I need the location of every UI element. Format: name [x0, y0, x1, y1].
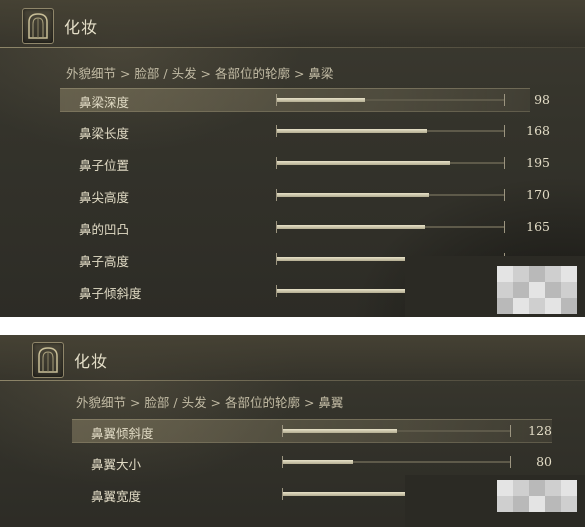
slider-track[interactable] [276, 94, 505, 106]
slider-track[interactable] [276, 221, 505, 233]
screen-title: 化妆 [64, 18, 99, 37]
slider-fill [276, 98, 366, 102]
slider-max-tick [510, 456, 511, 468]
slider-value: 98 [534, 92, 550, 107]
slider-value: 195 [526, 155, 550, 170]
slider-label: 鼻翼倾斜度 [91, 426, 154, 441]
slider-row-nose-wing-size[interactable]: 鼻翼大小 80 [72, 451, 552, 473]
slider-min-tick [276, 94, 277, 106]
slider-fill [276, 129, 428, 133]
slider-label: 鼻梁长度 [79, 126, 130, 141]
makeup-panel-nose-bridge: 化妆 外貌细节 > 脸部 / 头发 > 各部位的轮廓 > 鼻梁 鼻梁深度 98 … [0, 0, 585, 317]
slider-value: 168 [526, 123, 550, 138]
watermark-mosaic [497, 480, 577, 512]
slider-max-tick [504, 189, 505, 201]
slider-label: 鼻的凹凸 [79, 222, 130, 237]
slider-track[interactable] [276, 157, 505, 169]
screen-title: 化妆 [74, 352, 109, 371]
slider-fill [276, 257, 407, 261]
slider-value: 128 [528, 423, 552, 438]
slider-fill [276, 225, 425, 229]
slider-fill [282, 429, 397, 433]
slider-max-tick [504, 125, 505, 137]
slider-label: 鼻子位置 [79, 158, 130, 173]
slider-max-tick [504, 94, 505, 106]
slider-min-tick [276, 157, 277, 169]
slider-min-tick [276, 189, 277, 201]
slider-row-nose-bridge-depth[interactable]: 鼻梁深度 98 [60, 88, 550, 112]
slider-label: 鼻子高度 [79, 254, 130, 269]
slider-row-nose-tip-height[interactable]: 鼻尖高度 170 [60, 184, 550, 206]
slider-min-tick [276, 253, 277, 265]
slider-track[interactable] [276, 189, 505, 201]
slider-min-tick [282, 456, 283, 468]
slider-value: 80 [536, 454, 552, 469]
breadcrumb: 外貌细节 > 脸部 / 头发 > 各部位的轮廓 > 鼻梁 [66, 66, 334, 81]
makeup-panel-nose-wing: 化妆 外貌细节 > 脸部 / 头发 > 各部位的轮廓 > 鼻翼 鼻翼倾斜度 12… [0, 335, 585, 527]
slider-fill [276, 289, 407, 293]
slider-fill [276, 161, 451, 165]
slider-label: 鼻梁深度 [79, 95, 130, 110]
watermark-mosaic [497, 266, 577, 314]
slider-label: 鼻翼宽度 [91, 489, 142, 504]
header-divider [0, 380, 585, 381]
slider-max-tick [510, 425, 511, 437]
slider-fill [282, 492, 406, 496]
arched-doorway-icon [32, 342, 64, 378]
slider-min-tick [282, 488, 283, 500]
slider-fill [276, 193, 430, 197]
slider-row-nose-wing-tilt[interactable]: 鼻翼倾斜度 128 [72, 419, 552, 443]
slider-min-tick [276, 285, 277, 297]
slider-min-tick [282, 425, 283, 437]
breadcrumb: 外貌细节 > 脸部 / 头发 > 各部位的轮廓 > 鼻翼 [76, 395, 344, 410]
slider-row-nose-bridge-length[interactable]: 鼻梁长度 168 [60, 120, 550, 142]
slider-min-tick [276, 125, 277, 137]
slider-track[interactable] [282, 425, 511, 437]
slider-row-nose-position[interactable]: 鼻子位置 195 [60, 152, 550, 174]
slider-label: 鼻翼大小 [91, 457, 142, 472]
slider-track[interactable] [282, 456, 511, 468]
arched-doorway-icon [22, 8, 54, 44]
slider-max-tick [504, 157, 505, 169]
header-divider [0, 47, 585, 48]
slider-track[interactable] [276, 125, 505, 137]
slider-min-tick [276, 221, 277, 233]
slider-fill [282, 460, 353, 464]
slider-value: 165 [526, 219, 550, 234]
slider-max-tick [504, 221, 505, 233]
slider-label: 鼻子倾斜度 [79, 286, 142, 301]
slider-value: 170 [526, 187, 550, 202]
slider-row-nose-convexity[interactable]: 鼻的凹凸 165 [60, 216, 550, 238]
slider-label: 鼻尖高度 [79, 190, 130, 205]
